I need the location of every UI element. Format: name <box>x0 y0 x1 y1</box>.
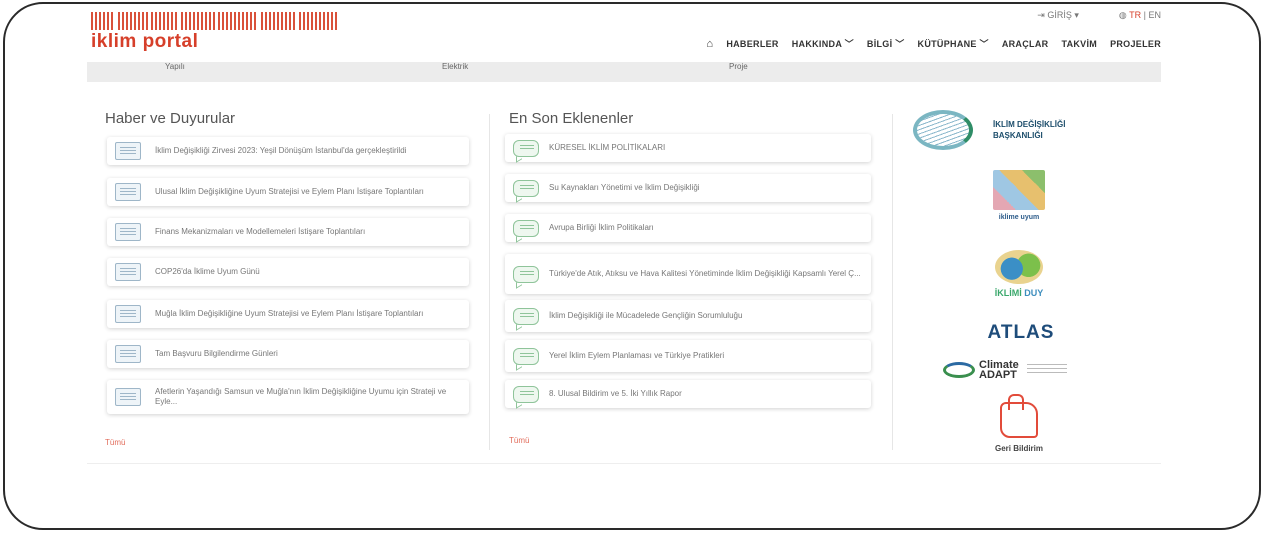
iklim-degisikligi-baskanligi-logo[interactable]: İKLİM DEĞİŞİKLİĞİ BAŞKANLIĞI <box>913 110 1065 150</box>
lang-tr-link[interactable]: TR <box>1129 10 1141 20</box>
iklime-uyum-logo[interactable]: iklime uyum <box>979 170 1059 221</box>
latest-item[interactable]: İklim Değişikliği ile Mücadelede Gençliğ… <box>505 300 871 332</box>
speech-bubble-icon <box>513 265 539 283</box>
latest-item[interactable]: KÜRESEL İKLİM POLİTİKALARI <box>505 134 871 162</box>
top-utility-bar: ⇥ GİRİŞ ▾ ◍ TR | EN <box>1037 10 1161 21</box>
login-icon: ⇥ <box>1037 10 1045 20</box>
page: iklim portal ⇥ GİRİŞ ▾ ◍ TR | EN ⌂ HABER… <box>87 4 1161 474</box>
climate-adapt-logo[interactable]: Climate ADAPT <box>943 360 1067 381</box>
iklimi-duy-logo[interactable]: İKLİMİ DUY <box>979 250 1059 298</box>
news-item-title: İklim Değişikliği Zirvesi 2023: Yeşil Dö… <box>155 146 407 155</box>
lang-separator: | <box>1143 10 1146 20</box>
news-item[interactable]: İklim Değişikliği Zirvesi 2023: Yeşil Dö… <box>107 137 469 165</box>
news-section-title: Haber ve Duyurular <box>105 110 236 127</box>
site-logo[interactable]: iklim portal <box>91 31 198 53</box>
main-nav: ⌂ HABERLER HAKKINDA ﹀ BİLGİ ﹀ KÜTÜPHANE … <box>706 37 1161 50</box>
logo-pattern-icon[interactable] <box>91 12 337 30</box>
thumbs-up-icon <box>1000 394 1038 438</box>
news-all-link[interactable]: Tümü <box>105 438 125 447</box>
news-item[interactable]: Tam Başvuru Bilgilendirme Günleri <box>107 340 469 368</box>
news-item-title: COP26'da İklime Uyum Günü <box>155 267 260 276</box>
section-bottom-divider <box>87 463 1161 464</box>
home-icon[interactable]: ⌂ <box>706 38 713 50</box>
news-item-title: Tam Başvuru Bilgilendirme Günleri <box>155 349 278 358</box>
nav-item-bilgi[interactable]: BİLGİ ﹀ <box>867 37 905 50</box>
nav-item-hakkinda[interactable]: HAKKINDA ﹀ <box>792 37 854 50</box>
iklim-logo-text: İKLİM DEĞİŞİKLİĞİ BAŞKANLIĞI <box>993 119 1065 141</box>
climate-swirl-icon <box>943 362 975 378</box>
login-link[interactable]: ⇥ GİRİŞ ▾ <box>1037 10 1079 21</box>
sub-category-bar: Yapılı Elektrik Proje <box>87 62 1161 82</box>
speech-bubble-icon <box>513 307 539 325</box>
column-divider <box>489 114 490 450</box>
document-icon <box>115 388 141 406</box>
speech-bubble-icon <box>513 139 539 157</box>
news-item[interactable]: Afetlerin Yaşandığı Samsun ve Muğla'nın … <box>107 380 469 414</box>
chevron-down-icon: ▾ <box>1074 10 1079 20</box>
speech-bubble-icon <box>513 385 539 403</box>
climate-adapt-text: Climate ADAPT <box>979 360 1019 381</box>
document-icon <box>115 223 141 241</box>
latest-item[interactable]: 8. Ulusal Bildirim ve 5. İki Yıllık Rapo… <box>505 380 871 408</box>
climate-line2: ADAPT <box>979 369 1017 381</box>
news-item[interactable]: Ulusal İklim Değişikliğine Uyum Strateji… <box>107 178 469 206</box>
news-item-title: Finans Mekanizmaları ve Modellemeleri İs… <box>155 227 366 236</box>
document-icon <box>115 345 141 363</box>
speech-bubble-icon <box>513 347 539 365</box>
nav-item-haberler[interactable]: HABERLER <box>726 39 778 49</box>
speech-bubble-icon <box>513 219 539 237</box>
document-icon <box>115 305 141 323</box>
latest-item-title: Su Kaynakları Yönetimi ve İklim Değişikl… <box>549 183 700 192</box>
latest-item-title: Türkiye'de Atık, Atıksu ve Hava Kalitesi… <box>549 269 861 278</box>
news-item[interactable]: COP26'da İklime Uyum Günü <box>107 258 469 286</box>
latest-item-title: 8. Ulusal Bildirim ve 5. İki Yıllık Rapo… <box>549 389 682 398</box>
document-icon <box>115 142 141 160</box>
duy-word1: İKLİMİ <box>994 288 1022 298</box>
nav-item-projeler[interactable]: PROJELER <box>1110 39 1161 49</box>
latest-item-title: Avrupa Birliği İklim Politikaları <box>549 223 654 232</box>
climate-subtext-lines <box>1026 364 1067 376</box>
column-divider <box>892 114 893 450</box>
document-icon <box>115 263 141 281</box>
iklime-uyum-label: iklime uyum <box>998 214 1040 221</box>
latest-item-title: KÜRESEL İKLİM POLİTİKALARI <box>549 143 666 152</box>
latest-section-title: En Son Eklenenler <box>509 110 634 127</box>
geri-bildirim-label: Geri Bildirim <box>994 444 1043 453</box>
nav-item-araclar[interactable]: ARAÇLAR <box>1002 39 1049 49</box>
news-item-title: Muğla İklim Değişikliğine Uyum Stratejis… <box>155 309 424 318</box>
login-label: GİRİŞ <box>1047 10 1072 20</box>
news-item[interactable]: Muğla İklim Değişikliğine Uyum Stratejis… <box>107 300 469 328</box>
atlas-logo[interactable]: ATLAS <box>973 322 1069 344</box>
mosaic-icon <box>993 170 1045 210</box>
document-icon <box>115 183 141 201</box>
latest-all-link[interactable]: Tümü <box>509 436 529 445</box>
latest-item[interactable]: Yerel İklim Eylem Planlaması ve Türkiye … <box>505 340 871 372</box>
screenshot-frame: iklim portal ⇥ GİRİŞ ▾ ◍ TR | EN ⌂ HABER… <box>3 2 1261 530</box>
globe-emblem-icon <box>913 110 973 150</box>
iklim-logo-line2: BAŞKANLIĞI <box>993 131 1043 140</box>
speech-bubble-icon <box>513 179 539 197</box>
duy-word2: DUY <box>1024 288 1044 298</box>
lang-en-link[interactable]: EN <box>1148 10 1161 20</box>
iklim-logo-line1: İKLİM DEĞİŞİKLİĞİ <box>993 120 1066 129</box>
nav-item-kutuphane[interactable]: KÜTÜPHANE ﹀ <box>918 37 989 50</box>
news-item-title: Ulusal İklim Değişikliğine Uyum Strateji… <box>155 187 424 196</box>
latest-item-title: Yerel İklim Eylem Planlaması ve Türkiye … <box>549 351 725 360</box>
latest-item[interactable]: Su Kaynakları Yönetimi ve İklim Değişikl… <box>505 174 871 202</box>
earth-icon <box>995 250 1043 284</box>
subbar-item[interactable]: Elektrik <box>442 62 468 71</box>
globe-icon: ◍ <box>1118 10 1127 20</box>
latest-item-title: İklim Değişikliği ile Mücadelede Gençliğ… <box>549 311 743 320</box>
language-switcher: ◍ TR | EN <box>1119 10 1161 21</box>
latest-item[interactable]: Türkiye'de Atık, Atıksu ve Hava Kalitesi… <box>505 254 871 294</box>
subbar-item[interactable]: Proje <box>729 62 748 71</box>
geri-bildirim-link[interactable]: Geri Bildirim <box>979 394 1059 453</box>
iklimi-duy-label: İKLİMİ DUY <box>979 288 1059 298</box>
nav-item-takvim[interactable]: TAKVİM <box>1061 39 1097 49</box>
news-item[interactable]: Finans Mekanizmaları ve Modellemeleri İs… <box>107 218 469 246</box>
news-item-title: Afetlerin Yaşandığı Samsun ve Muğla'nın … <box>155 387 447 406</box>
subbar-item[interactable]: Yapılı <box>165 62 185 71</box>
latest-item[interactable]: Avrupa Birliği İklim Politikaları <box>505 214 871 242</box>
